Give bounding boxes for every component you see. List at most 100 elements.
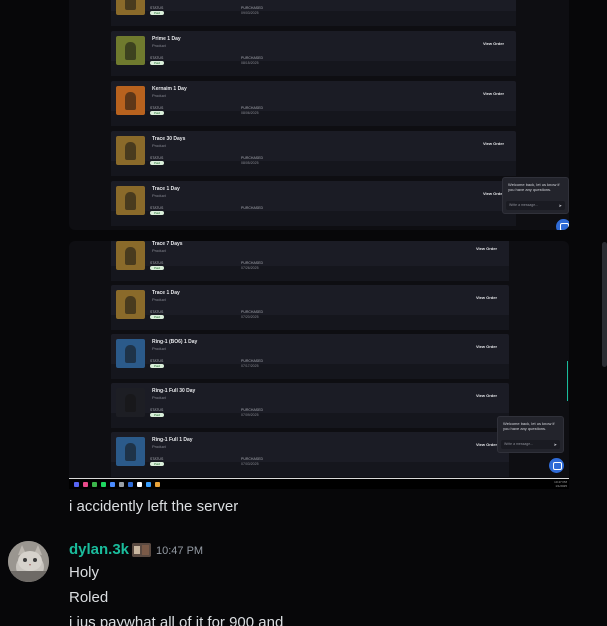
product-name: Prime 1 Day xyxy=(152,36,181,42)
purchased-label: PURCHASED xyxy=(241,206,263,210)
product-type: Product xyxy=(152,395,166,400)
taskbar-app-icon[interactable] xyxy=(101,482,106,487)
view-order-button[interactable]: View Order xyxy=(483,141,504,146)
taskbar-app-icon[interactable] xyxy=(83,482,88,487)
order-row: Kernaim 1 Day Product STATUS Paid PURCHASED 0… xyxy=(111,81,516,126)
message-author[interactable]: dylan.3k xyxy=(69,541,129,558)
status-label: STATUS xyxy=(150,206,164,210)
status-badge: Paid xyxy=(150,111,164,115)
purchased-label: PURCHASED xyxy=(241,310,263,314)
product-thumbnail xyxy=(116,241,145,270)
product-name: Trace 1 Day xyxy=(152,290,180,296)
chat-message-input: Write a message... ➤ xyxy=(501,440,560,449)
product-type: Product xyxy=(152,143,166,148)
taskbar-app-icon[interactable] xyxy=(146,482,151,487)
order-row: Prime 1 Day Product STATUS Paid PURCHASED 08/… xyxy=(111,31,516,76)
order-row: Trace 1 Day Product STATUS Paid PURCHASED 07/… xyxy=(111,285,509,330)
purchase-date: 07/03/2025 xyxy=(241,462,259,466)
chat-message-input: Write a message... ➤ xyxy=(506,201,565,210)
status-badge: Paid xyxy=(150,161,164,165)
role-icon xyxy=(132,543,151,557)
purchase-date: 07/09/2025 xyxy=(241,413,259,417)
purchased-label: PURCHASED xyxy=(241,261,263,265)
purchased-label: PURCHASED xyxy=(241,106,263,110)
product-type: Product xyxy=(152,43,166,48)
view-order-button[interactable]: View Order xyxy=(483,191,504,196)
status-label: STATUS xyxy=(150,6,164,10)
scroll-indicator xyxy=(567,361,568,401)
purchase-date: 08/05/2025 xyxy=(241,161,259,165)
chat-input-placeholder: Write a message... xyxy=(504,442,534,446)
purchase-date: 08/15/2025 xyxy=(241,61,259,65)
order-row: Trace 30 DaysProduct STATUSPaid PURCHASED0… xyxy=(111,131,516,176)
order-row: Trace 7 Days Product STATUS Paid PURCHASED 07… xyxy=(111,241,509,281)
status-label: STATUS xyxy=(150,457,164,461)
view-order-button[interactable]: View Order xyxy=(476,442,497,447)
product-thumbnail xyxy=(116,290,145,319)
purchased-label: PURCHASED xyxy=(241,457,263,461)
product-thumbnail xyxy=(116,186,145,215)
product-type: Product xyxy=(152,248,166,253)
product-name: Ring-1 Full 30 Day xyxy=(152,388,196,394)
product-name: Ring-1 Full 1 Day xyxy=(152,437,193,443)
taskbar-app-icon[interactable] xyxy=(110,482,115,487)
purchase-date: 07/20/2025 xyxy=(241,315,259,319)
product-name: Ring-1 (BO6) 1 Day xyxy=(152,339,198,345)
taskbar-app-icon[interactable] xyxy=(119,482,124,487)
chat-scrollbar-thumb[interactable] xyxy=(602,242,607,367)
purchase-date: 09/03/2025 xyxy=(241,11,259,15)
product-thumbnail xyxy=(116,437,145,466)
chat-welcome-message: Welcome back, let us know if you have an… xyxy=(503,421,555,431)
order-row: Ring-1 Full 1 Day Product STATUS Paid PURCHA… xyxy=(111,432,509,477)
taskbar-app-icon[interactable] xyxy=(74,482,79,487)
taskbar-app-icon[interactable] xyxy=(92,482,97,487)
message-line: Roled xyxy=(69,589,109,606)
status-badge: Paid xyxy=(150,462,164,466)
taskbar-app-icon[interactable] xyxy=(137,482,142,487)
chat-welcome-message: Welcome back, let us know if you have an… xyxy=(508,182,560,192)
status-label: STATUS xyxy=(150,261,164,265)
status-badge: Paid xyxy=(150,315,164,319)
status-label: STATUS xyxy=(150,56,164,60)
purchased-label: PURCHASED xyxy=(241,56,263,60)
status-badge: Paid xyxy=(150,61,164,65)
purchase-date: 08/06/2025 xyxy=(241,111,259,115)
avatar[interactable] xyxy=(8,541,49,582)
product-thumbnail xyxy=(116,36,145,65)
message-line: i jus paywhat all of it for 900 and xyxy=(69,614,284,626)
purchased-label: PURCHASED xyxy=(241,6,263,10)
chat-bubble-icon xyxy=(556,219,569,230)
product-thumbnail xyxy=(116,339,145,368)
send-icon: ➤ xyxy=(553,442,557,447)
product-type: Product xyxy=(152,297,166,302)
support-chat-popup: Welcome back, let us know if you have an… xyxy=(502,177,569,214)
status-badge: Paid xyxy=(150,211,164,215)
taskbar: 10:47 PM 1/1/2025 xyxy=(69,478,569,489)
status-badge: Paid xyxy=(150,364,164,368)
product-type: Product xyxy=(152,346,166,351)
product-name: Kernaim 1 Day xyxy=(152,86,187,92)
order-history-screenshot-top[interactable]: Trace 30 DaysProductSTATUSPaidPURCHASED0… xyxy=(69,0,569,230)
taskbar-app-icon[interactable] xyxy=(128,482,133,487)
order-history-screenshot-bottom[interactable]: Trace 7 Days Product STATUS Paid PURCHASED 07… xyxy=(69,241,569,482)
product-name: Trace 7 Days xyxy=(152,241,183,247)
status-badge: Paid xyxy=(150,413,164,417)
status-label: STATUS xyxy=(150,408,164,412)
view-order-button[interactable]: View Order xyxy=(483,41,504,46)
purchase-date: 07/26/2025 xyxy=(241,266,259,270)
taskbar-date: 1/1/2025 xyxy=(555,484,567,488)
product-name: Trace 1 Day xyxy=(152,186,180,192)
message-line: Holy xyxy=(69,564,100,581)
view-order-button[interactable]: View Order xyxy=(476,295,497,300)
status-label: STATUS xyxy=(150,310,164,314)
taskbar-app-icon[interactable] xyxy=(155,482,160,487)
view-order-button[interactable]: View Order xyxy=(476,344,497,349)
support-chat-popup: Welcome back, let us know if you have an… xyxy=(497,416,564,453)
view-order-button[interactable]: View Order xyxy=(476,246,497,251)
chat-input-placeholder: Write a message... xyxy=(509,203,539,207)
view-order-button[interactable]: View Order xyxy=(476,393,497,398)
view-order-button[interactable]: View Order xyxy=(483,91,504,96)
status-label: STATUS xyxy=(150,106,164,110)
product-thumbnail xyxy=(116,86,145,115)
previous-message-text: i accidently left the server xyxy=(69,498,239,515)
